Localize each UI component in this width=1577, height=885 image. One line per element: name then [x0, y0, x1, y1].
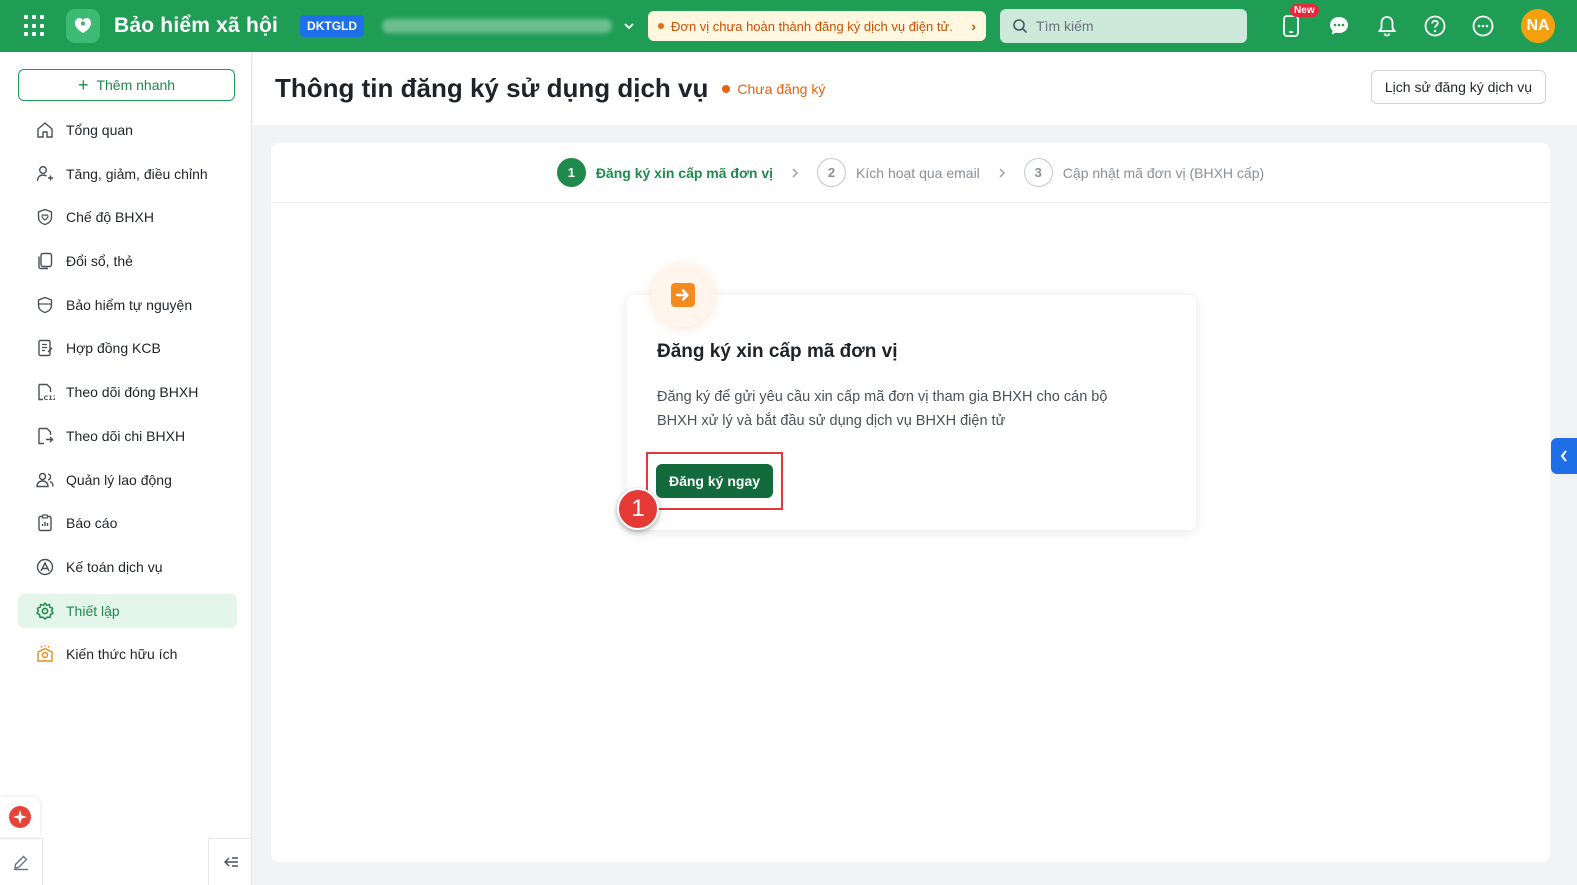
sidebar-item-label: Tổng quan: [66, 122, 133, 138]
registration-stepper: 1 Đăng ký xin cấp mã đơn vị 2 Kích hoạt …: [271, 143, 1550, 203]
user-avatar[interactable]: NA: [1521, 9, 1556, 43]
more-options-icon[interactable]: [1470, 13, 1496, 39]
step-1[interactable]: 1 Đăng ký xin cấp mã đơn vị: [556, 158, 774, 187]
sidebar-item-label: Thiết lập: [66, 602, 120, 619]
sidebar-item-label: Theo dõi chi BHXH: [66, 427, 186, 444]
register-now-button[interactable]: Đăng ký ngay: [656, 464, 773, 498]
sidebar: + Thêm nhanh Tổng quan Tăng, giảm, điều …: [0, 52, 252, 885]
sidebar-item-bhxh-benefits[interactable]: Chế độ BHXH: [18, 200, 237, 234]
knowledge-icon: [35, 644, 55, 664]
sidebar-item-label: Kế toán dịch vụ: [66, 558, 163, 575]
sidebar-item-overview[interactable]: Tổng quan: [18, 113, 237, 147]
gear-icon: [35, 601, 55, 621]
sidebar-item-label: Đổi sổ, thẻ: [66, 253, 133, 270]
sidebar-item-label: Hợp đồng KCB: [66, 340, 161, 357]
sidebar-item-label: Theo dõi đóng BHXH: [66, 384, 199, 401]
sidebar-item-payment-tracking[interactable]: C12 Theo dõi đóng BHXH: [18, 375, 237, 409]
sidebar-item-settings[interactable]: Thiết lập: [18, 593, 237, 628]
unit-name-blurred[interactable]: [382, 19, 613, 33]
chevron-right-icon: [792, 167, 799, 178]
status-badge: Chưa đăng ký: [722, 81, 825, 97]
sidebar-item-label: Quản lý lao động: [66, 471, 172, 488]
chat-icon[interactable]: [1326, 13, 1352, 39]
clipboard-icon: [35, 513, 55, 533]
page-title: Thông tin đăng ký sử dụng dịch vụ: [275, 73, 709, 103]
new-badge: New: [1290, 4, 1319, 17]
cards-icon: [35, 251, 55, 271]
help-icon[interactable]: [1422, 13, 1448, 39]
warning-text: Đơn vị chưa hoàn thành đăng ký dịch vụ đ…: [671, 18, 953, 34]
step-label: Kích hoạt qua email: [856, 164, 980, 181]
people-icon: [35, 470, 55, 490]
registration-warning-banner[interactable]: Đơn vị chưa hoàn thành đăng ký dịch vụ đ…: [648, 11, 987, 41]
sidebar-item-labor-management[interactable]: Quản lý lao động: [18, 463, 237, 497]
register-card-title: Đăng ký xin cấp mã đơn vị: [657, 341, 898, 362]
chevron-left-icon: [1560, 450, 1567, 462]
status-dot-icon: [722, 84, 731, 93]
sidebar-item-voluntary-insurance[interactable]: Bảo hiểm tự nguyện: [18, 288, 237, 322]
chevron-right-icon: [999, 167, 1005, 178]
accounting-icon: [35, 557, 55, 577]
ai-assistant-button[interactable]: [0, 797, 40, 837]
sidebar-item-reports[interactable]: Báo cáo: [18, 506, 237, 540]
collapse-left-icon: [223, 857, 238, 867]
sparkle-icon: [9, 806, 31, 828]
sidebar-item-adjustments[interactable]: Tăng, giảm, điều chỉnh: [18, 157, 237, 191]
step-3[interactable]: 3 Cập nhật mã đơn vị (BHXH cấp): [1023, 158, 1265, 187]
search-icon: [1013, 19, 1028, 34]
annotation-step-marker: 1: [617, 488, 659, 530]
quick-add-label: Thêm nhanh: [96, 77, 176, 93]
quick-add-button[interactable]: + Thêm nhanh: [18, 69, 235, 101]
brand-logo-icon: [66, 9, 100, 43]
sidebar-item-book-card-exchange[interactable]: Đổi sổ, thẻ: [18, 244, 237, 278]
step-label: Đăng ký xin cấp mã đơn vị: [595, 164, 774, 181]
payout-doc-icon: [35, 426, 55, 446]
svg-text:C12: C12: [44, 394, 56, 402]
feedback-button[interactable]: [0, 838, 43, 885]
page-header: Thông tin đăng ký sử dụng dịch vụ Chưa đ…: [253, 52, 1577, 125]
user-adjust-icon: [35, 164, 55, 184]
top-bar: Bảo hiểm xã hội DKTGLD Đơn vị chưa hoàn …: [0, 0, 1577, 52]
main-content-card: 1 Đăng ký xin cấp mã đơn vị 2 Kích hoạt …: [271, 143, 1550, 862]
sidebar-item-label: Chế độ BHXH: [66, 209, 154, 226]
registration-history-button[interactable]: Lịch sử đăng ký dịch vụ: [1370, 70, 1546, 104]
warning-dot-icon: [658, 23, 665, 29]
sidebar-item-service-accounting[interactable]: Kế toán dịch vụ: [18, 550, 237, 584]
chevron-down-icon[interactable]: [622, 19, 636, 33]
step-number: 1: [556, 158, 586, 187]
unit-code-badge[interactable]: DKTGLD: [300, 15, 365, 37]
collapse-sidebar-button[interactable]: [208, 838, 252, 885]
plus-icon: +: [77, 75, 89, 95]
sidebar-nav: Tổng quan Tăng, giảm, điều chỉnh Chế độ …: [18, 113, 237, 681]
register-unit-code-card: Đăng ký xin cấp mã đơn vị Đăng ký để gửi…: [627, 263, 1196, 530]
notification-bell-icon[interactable]: [1374, 13, 1400, 39]
step-label: Cập nhật mã đơn vị (BHXH cấp): [1062, 164, 1265, 181]
search-box[interactable]: [1000, 9, 1248, 43]
sidebar-item-label: Báo cáo: [66, 515, 118, 532]
shield-heart-icon: [35, 207, 55, 227]
search-input[interactable]: [1036, 18, 1227, 34]
mobile-app-icon[interactable]: New: [1278, 4, 1319, 39]
app-grid-icon[interactable]: [24, 15, 46, 37]
sign-in-arrow-icon: [651, 263, 715, 327]
step-number: 2: [817, 158, 847, 187]
sidebar-item-kcb-contract[interactable]: Hợp đồng KCB: [18, 331, 237, 365]
contract-icon: [35, 338, 55, 358]
sidebar-item-label: Bảo hiểm tự nguyện: [66, 296, 193, 313]
sidebar-item-knowledge[interactable]: Kiến thức hữu ích: [18, 637, 237, 671]
c12-doc-icon: C12: [35, 382, 55, 402]
register-card-description: Đăng ký để gửi yêu cầu xin cấp mã đơn vị…: [657, 389, 1108, 429]
chevron-right-icon: ›: [971, 18, 977, 34]
edit-icon: [14, 855, 28, 871]
sidebar-item-label: Kiến thức hữu ích: [66, 646, 178, 663]
home-icon: [35, 120, 55, 140]
step-number: 3: [1023, 158, 1053, 187]
sidebar-item-payout-tracking[interactable]: Theo dõi chi BHXH: [18, 419, 237, 453]
shield-icon: [35, 295, 55, 315]
expand-panel-tab[interactable]: [1551, 438, 1577, 474]
status-text: Chưa đăng ký: [737, 80, 826, 97]
brand-title: Bảo hiểm xã hội: [114, 14, 279, 37]
sidebar-item-label: Tăng, giảm, điều chỉnh: [66, 165, 208, 182]
step-2[interactable]: 2 Kích hoạt qua email: [817, 158, 980, 187]
